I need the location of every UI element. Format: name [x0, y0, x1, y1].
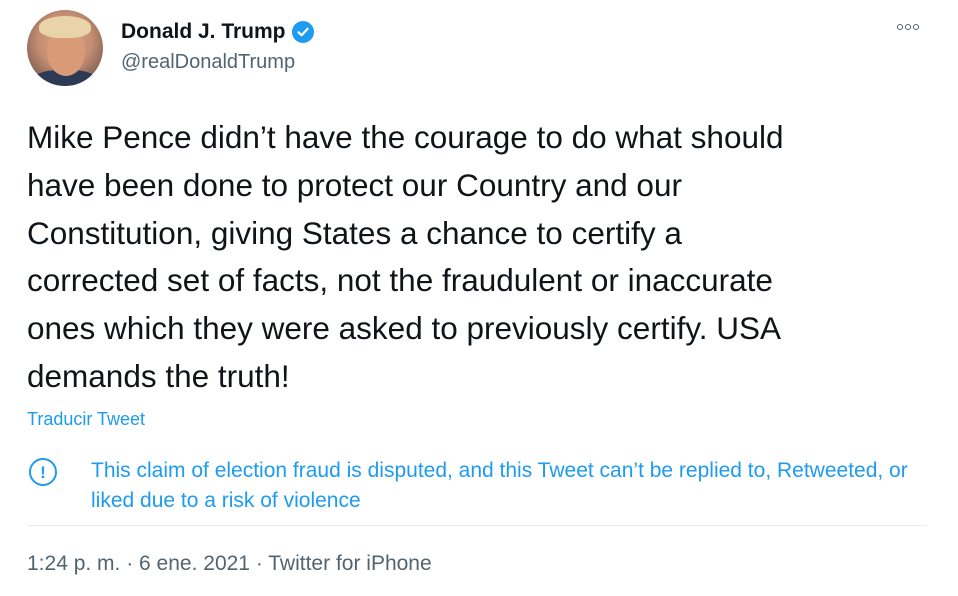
checkmark-icon — [296, 27, 309, 37]
tweet-card: Donald J. Trump @realDonaldTrump Mike Pe… — [0, 0, 958, 596]
author-handle[interactable]: @realDonaldTrump — [121, 51, 295, 74]
more-dot — [913, 24, 919, 30]
tweet-timestamp-source[interactable]: 1:24 p. m. · 6 ene. 2021 · Twitter for i… — [27, 552, 432, 576]
translate-tweet-link[interactable]: Traducir Tweet — [27, 409, 145, 430]
author-name[interactable]: Donald J. Trump — [121, 20, 286, 44]
more-options-icon[interactable] — [897, 24, 919, 30]
more-dot — [897, 24, 903, 30]
avatar-hair — [39, 16, 91, 38]
author-name-row[interactable]: Donald J. Trump — [121, 20, 314, 44]
notice-text: This claim of election fraud is disputed… — [91, 459, 908, 512]
tweet-text: Mike Pence didn’t have the courage to do… — [27, 119, 784, 394]
more-dot — [905, 24, 911, 30]
verified-badge-icon — [291, 21, 314, 43]
divider — [27, 525, 927, 526]
avatar[interactable] — [27, 10, 103, 86]
info-alert-icon: ! — [29, 458, 57, 486]
